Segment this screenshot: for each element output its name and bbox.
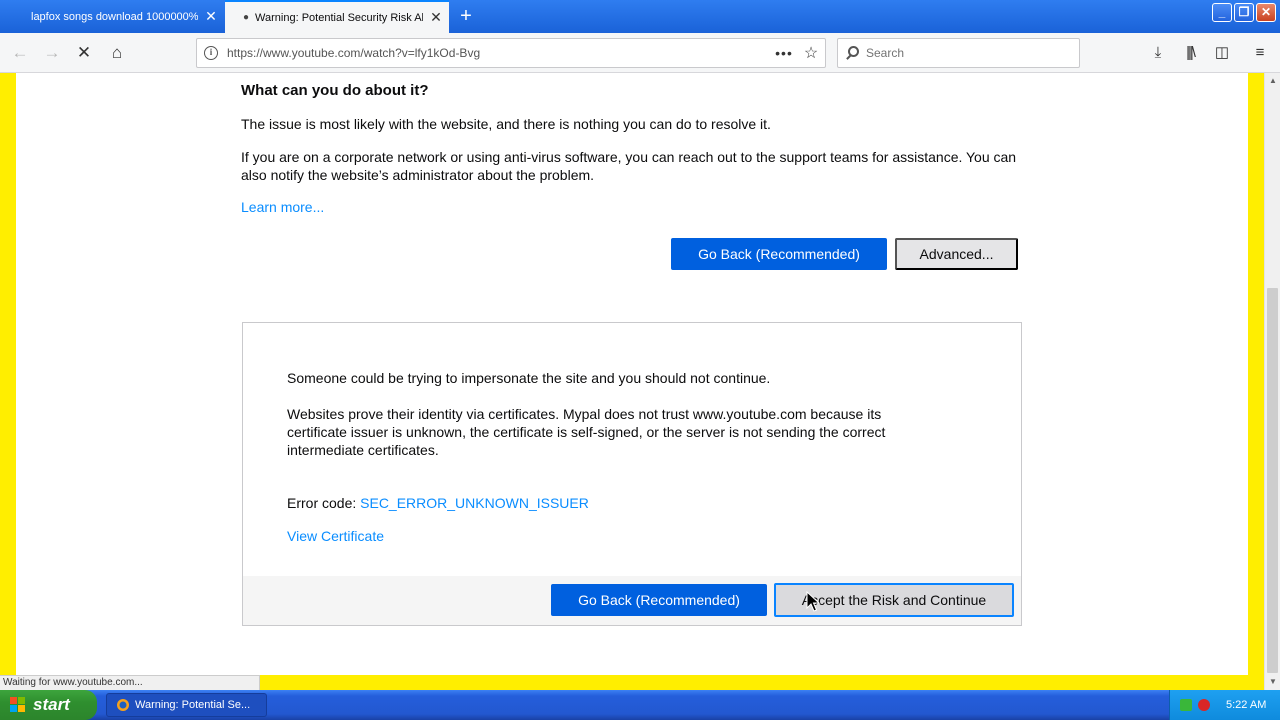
network-icon[interactable] [1180,699,1192,711]
certificate-explanation: Websites prove their identity via certif… [287,406,886,458]
warning-text: Someone could be trying to impersonate t… [287,370,771,386]
start-button[interactable]: start [0,690,97,720]
go-back-button[interactable]: Go Back (Recommended) [551,584,767,616]
info-paragraph: The issue is most likely with the websit… [241,116,771,132]
clock[interactable]: 5:22 AM [1226,699,1266,711]
search-bar[interactable] [837,38,1080,68]
stop-icon[interactable]: ✕ [72,41,96,65]
go-back-button[interactable]: Go Back (Recommended) [671,238,887,270]
sidebar-icon[interactable]: ◫ [1210,41,1234,65]
page-frame-right [1248,73,1264,690]
scroll-up-icon[interactable]: ▲ [1265,73,1280,89]
taskbar-window-button[interactable]: Warning: Potential Se... [106,693,267,717]
page-content: ▲ ▼ What can you do about it? The issue … [0,73,1280,690]
tab-lapfox[interactable]: lapfox songs download 1000000% ✕ [0,0,224,33]
page-frame-bottom [260,675,1250,690]
advanced-panel: Someone could be trying to impersonate t… [242,322,1022,626]
site-info-icon[interactable]: i [204,46,218,60]
page-actions-icon[interactable]: ••• [771,45,797,61]
tab-strip: lapfox songs download 1000000% ✕ ● Warni… [0,0,1280,33]
window-controls: _ ❐ ✕ [1212,3,1276,22]
tab-title: lapfox songs download 1000000% [31,10,198,23]
home-icon[interactable]: ⌂ [105,41,129,65]
restore-icon[interactable]: ❐ [1234,3,1254,22]
scroll-down-icon[interactable]: ▼ [1265,674,1280,690]
section-heading: What can you do about it? [241,82,429,99]
panel-footer: Go Back (Recommended) Accept the Risk an… [243,576,1021,625]
new-tab-icon[interactable]: + [456,5,476,27]
window-close-icon[interactable]: ✕ [1256,3,1276,22]
error-code-label: Error code: [287,495,357,511]
browser-app-icon [117,699,129,711]
status-bar: Waiting for www.youtube.com... [0,675,260,690]
minimize-icon[interactable]: _ [1212,3,1232,22]
loading-indicator-icon: ● [243,12,250,23]
url-bar[interactable]: i https://www.youtube.com/watch?v=lfy1kO… [196,38,826,68]
menu-hamburger-icon[interactable]: ≡ [1248,41,1272,65]
search-input[interactable] [866,46,1066,60]
close-tab-icon[interactable]: ✕ [198,8,224,25]
taskbar: start Warning: Potential Se... 5:22 AM [0,690,1280,720]
task-title: Warning: Potential Se... [135,699,251,711]
back-arrow-icon[interactable]: ← [8,41,32,65]
bookmark-star-icon[interactable]: ☆ [797,43,825,63]
error-code-link[interactable]: SEC_ERROR_UNKNOWN_ISSUER [360,495,589,511]
windows-logo-icon [10,697,26,713]
error-code-line: Error code: SEC_ERROR_UNKNOWN_ISSUER [287,495,589,511]
info-paragraph: If you are on a corporate network or usi… [241,149,1017,183]
security-shield-icon[interactable] [1198,699,1210,711]
system-tray: 5:22 AM [1169,690,1280,720]
url-text[interactable]: https://www.youtube.com/watch?v=lfy1kOd-… [227,46,771,60]
search-icon [838,39,866,67]
learn-more-link[interactable]: Learn more... [241,199,324,215]
tab-security-warning[interactable]: ● Warning: Potential Security Risk Ah ✕ [225,0,449,33]
close-tab-icon[interactable]: ✕ [423,9,449,26]
downloads-icon[interactable]: ⤓ [1146,41,1170,65]
scroll-thumb[interactable] [1267,288,1278,673]
navigation-toolbar: ← → ✕ ⌂ i https://www.youtube.com/watch?… [0,33,1280,73]
forward-arrow-icon[interactable]: → [40,41,64,65]
page-frame-left [0,73,16,690]
tab-title: Warning: Potential Security Risk Ah [255,11,423,24]
mouse-cursor-icon [806,591,820,612]
advanced-button[interactable]: Advanced... [895,238,1018,270]
view-certificate-link[interactable]: View Certificate [287,528,384,544]
start-label: start [33,695,70,714]
vertical-scrollbar[interactable]: ▲ ▼ [1264,73,1280,690]
library-icon[interactable]: |||\ [1178,41,1202,65]
